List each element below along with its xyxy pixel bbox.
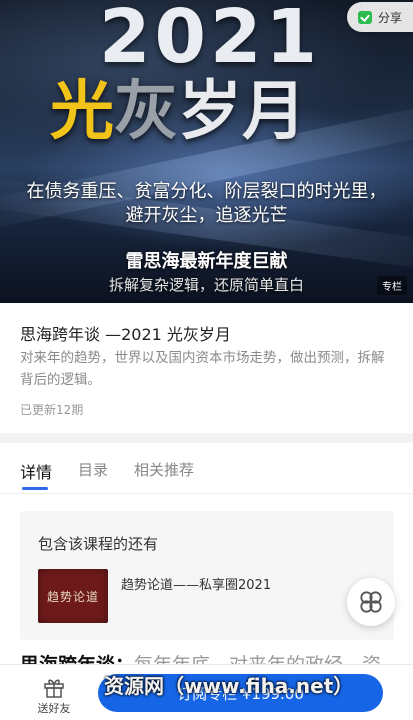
related-item-name: 趋势论道——私享圈2021	[121, 578, 272, 593]
tab-details[interactable]: 详情	[20, 459, 52, 483]
hero-tagline-line: 在债务重压、贫富分化、阶层裂口的时光里，	[26, 181, 387, 202]
hero-subtitle: 拆解复杂逻辑，还原简单直白	[108, 276, 304, 294]
course-info: 思海跨年谈 —2021 光灰岁月 对来年的趋势，世界以及国内资本市场走势，做出预…	[0, 303, 413, 433]
tab-bar: 详情 目录 相关推荐	[0, 443, 413, 493]
floating-menu-button[interactable]	[347, 578, 395, 626]
section-divider	[0, 433, 413, 443]
tab-related[interactable]: 相关推荐	[134, 459, 194, 480]
thumbnail-logo-text: 趋势论道	[46, 589, 99, 604]
hero-title-part: 灰	[114, 75, 178, 149]
gift-icon	[44, 679, 64, 698]
clover-icon	[360, 591, 382, 613]
hero-title-part: 光	[50, 75, 114, 149]
related-heading: 包含该课程的还有	[38, 535, 159, 553]
hero-author-line: 雷思海最新年度巨献	[125, 251, 288, 272]
share-label: 分享	[377, 10, 402, 25]
course-title: 思海跨年谈 —2021 光灰岁月	[20, 325, 231, 344]
course-description: 对来年的趋势，世界以及国内资本市场走势，做出预测，拆解背后的逻辑。	[20, 350, 385, 388]
update-count: 已更新12期	[20, 403, 84, 417]
hero-tagline: 在债务重压、贫富分化、阶层裂口的时光里， 避开灰尘，追逐光芒	[16, 180, 397, 228]
tab-catalog[interactable]: 目录	[78, 459, 108, 480]
related-thumbnail: 趋势论道	[38, 569, 108, 623]
wechat-share-icon	[357, 10, 372, 24]
hero-title-part: 岁月	[178, 75, 306, 149]
share-button[interactable]: 分享	[347, 2, 413, 32]
hero-year: 2021	[99, 0, 321, 80]
watermark: 资源网（www.fiha.net）	[104, 674, 354, 698]
related-item[interactable]: 趋势论道 趋势论道——私享圈2021	[38, 569, 378, 623]
hero-banner: 2021 光灰岁月 在债务重压、贫富分化、阶层裂口的时光里， 避开灰尘，追逐光芒…	[0, 0, 413, 303]
gift-friend-button[interactable]: 送好友	[28, 673, 80, 717]
column-badge: 专栏	[377, 276, 407, 295]
details-content: 包含该课程的还有 趋势论道 趋势论道——私享圈2021	[0, 494, 413, 664]
active-tab-indicator	[22, 487, 48, 490]
gift-label: 送好友	[37, 702, 71, 715]
related-card: 包含该课程的还有 趋势论道 趋势论道——私享圈2021	[20, 511, 394, 640]
hero-title: 光灰岁月	[50, 72, 380, 152]
hero-tagline-line: 避开灰尘，追逐光芒	[125, 205, 288, 226]
